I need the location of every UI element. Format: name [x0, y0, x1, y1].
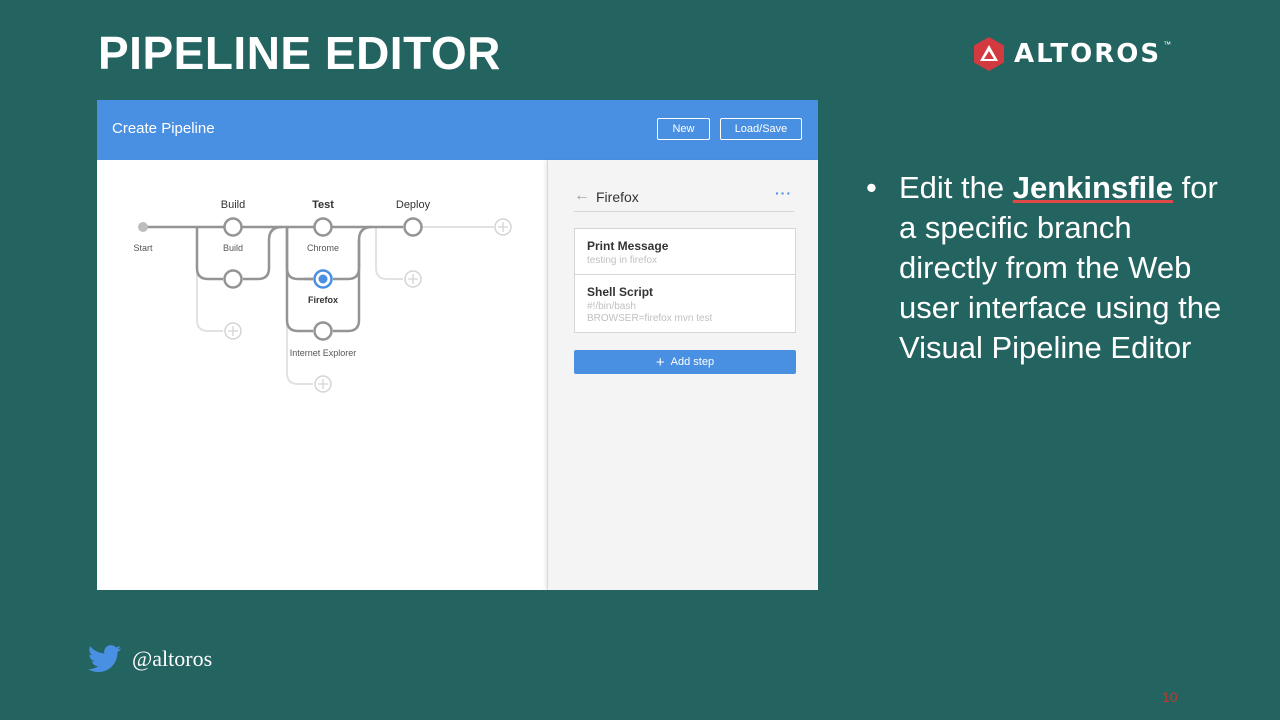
editor-title: Create Pipeline — [112, 120, 215, 137]
stage-label-deploy: Deploy — [396, 199, 431, 211]
bullet-text-before: Edit the — [899, 170, 1013, 205]
node-label-internet-explorer: Internet Explorer — [290, 348, 357, 358]
logo-text: ALTOROS — [1014, 39, 1162, 69]
node-label-start: Start — [133, 243, 153, 253]
load-save-button[interactable]: Load/Save — [720, 118, 802, 140]
step-list: Print Message testing in firefox Shell S… — [574, 228, 796, 333]
back-arrow-icon[interactable]: ← — [574, 188, 590, 204]
slide-title: PIPELINE EDITOR — [98, 27, 501, 79]
new-button[interactable]: New — [657, 118, 710, 140]
step-name: Print Message — [587, 239, 669, 253]
more-options-icon[interactable]: ··· — [775, 185, 792, 201]
pipeline-graph: Build Test Deploy Start Build Chrome Fir… — [97, 160, 546, 590]
node-start[interactable] — [138, 222, 148, 232]
stage-label-test: Test — [312, 199, 334, 211]
step-name: Shell Script — [587, 285, 654, 299]
step-shell-script[interactable]: Shell Script #!/bin/bash BROWSER=firefox… — [575, 275, 795, 332]
twitter-handle[interactable]: @altoros — [132, 646, 212, 672]
node-deploy[interactable] — [403, 217, 423, 237]
step-detail: #!/bin/bash — [587, 301, 636, 312]
altoros-hexagon-icon — [974, 37, 1004, 71]
node-build[interactable] — [223, 217, 243, 237]
step-config-panel: ← Firefox ··· Print Message testing in f… — [547, 160, 818, 590]
jenkinsfile-keyword: Jenkinsfile — [1012, 170, 1173, 205]
node-firefox-selected-dot — [318, 274, 328, 284]
node-label-chrome: Chrome — [307, 243, 339, 253]
bullet-icon: • — [866, 170, 877, 205]
twitter-bird-icon — [88, 645, 122, 673]
node-internet-explorer[interactable] — [313, 321, 333, 341]
panel-header: ← Firefox ··· — [574, 185, 794, 212]
panel-title: Firefox — [596, 189, 639, 205]
altoros-logo: ALTOROS ™ — [972, 36, 1171, 72]
pipeline-editor-screenshot: Create Pipeline New Load/Save Build Test… — [97, 100, 818, 590]
plus-icon: + — [655, 353, 665, 371]
step-print-message[interactable]: Print Message testing in firefox — [575, 229, 795, 275]
add-step-button[interactable]: + Add step — [574, 350, 796, 374]
editor-header: Create Pipeline New Load/Save — [97, 100, 818, 160]
twitter-footer: @altoros — [88, 645, 212, 673]
node-chrome[interactable] — [313, 217, 333, 237]
step-detail: testing in firefox — [587, 255, 658, 266]
bullet-text: Edit the Jenkinsfile for a specific bran… — [899, 168, 1229, 368]
node-label-build: Build — [223, 243, 243, 253]
step-detail: BROWSER=firefox mvn test — [587, 313, 713, 324]
page-number: 10 — [1162, 689, 1178, 705]
logo-trademark: ™ — [1163, 40, 1172, 49]
stage-label-build: Build — [221, 199, 245, 211]
add-step-label: Add step — [670, 356, 715, 368]
node-label-firefox: Firefox — [308, 295, 338, 305]
node-build-parallel[interactable] — [223, 269, 243, 289]
